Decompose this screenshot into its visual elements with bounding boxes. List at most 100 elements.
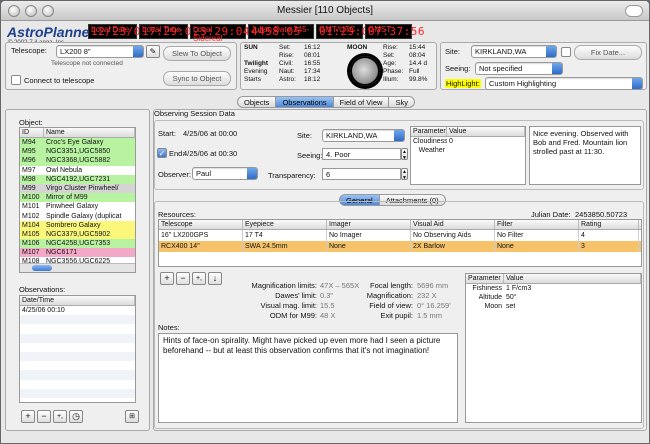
session-params-table[interactable]: Parameter Value Cloudiness 0 Weather xyxy=(410,126,526,185)
transparency-stepper[interactable]: ▲ ▼ xyxy=(401,168,408,181)
object-row[interactable]: M101 Pinwheel Galaxy xyxy=(20,202,135,211)
column-header-parameter[interactable]: Parameter xyxy=(466,274,504,283)
session-note[interactable]: Nice evening. Observed with Bob and Fred… xyxy=(529,126,641,185)
tab-observations[interactable]: Observations xyxy=(276,96,334,108)
param-row[interactable]: Cloudiness 0 xyxy=(411,137,525,146)
resource-cell[interactable]: None xyxy=(495,241,579,252)
tab-objects[interactable]: Objects xyxy=(237,96,277,108)
extra-params-table[interactable]: Parameter Value Fishiness 1 F/cm3 Altitude… xyxy=(465,273,642,423)
fix-date-checkbox[interactable] xyxy=(561,47,571,57)
column-header-id[interactable]: ID xyxy=(20,128,44,137)
param-row[interactable]: Altitude 50° xyxy=(466,293,641,302)
tab-field-of-view[interactable]: Field of View xyxy=(333,96,390,108)
param-row[interactable]: Fishiness 1 F/cm3 xyxy=(466,284,641,293)
clock-icon[interactable]: ◷ xyxy=(69,410,83,423)
add-observation-icon[interactable]: + xyxy=(21,410,35,423)
horizontal-scrollbar[interactable] xyxy=(20,263,135,272)
minimize-window-button[interactable] xyxy=(25,5,37,17)
resource-cell[interactable]: 16" LX200GPS xyxy=(159,230,243,241)
resource-row[interactable]: RCX400 14" SWA 24.5mm None 2X Barlow None 3 xyxy=(159,241,641,252)
object-name: Virgo Cluster Pinwheel/ xyxy=(46,184,119,192)
object-row[interactable]: M105 NGC3379,UGC5902 xyxy=(20,229,135,240)
column-header-resource[interactable]: Telescope xyxy=(159,220,243,229)
observation-datetime: 4/25/06 00:10 xyxy=(22,307,65,314)
toolbar-toggle-button[interactable] xyxy=(625,5,643,17)
resource-cell[interactable]: 3 xyxy=(579,241,639,252)
seeing-stepper[interactable]: ▲ ▼ xyxy=(401,148,408,161)
column-header-value[interactable]: Value xyxy=(504,274,641,283)
notes-textarea[interactable]: Hints of face-on spirality. Might have p… xyxy=(158,333,458,423)
moon-illum-label: Illum: xyxy=(383,76,399,83)
observer-select[interactable]: Paul xyxy=(192,167,258,180)
transparency-field[interactable]: 6 xyxy=(322,168,401,180)
resource-cell[interactable]: 17 T4 xyxy=(243,230,327,241)
observations-table[interactable]: Date/Time 4/25/06 00:10 xyxy=(19,295,136,403)
resource-cell[interactable]: No Filter xyxy=(495,230,579,241)
column-header-resource[interactable]: Imager xyxy=(327,220,411,229)
fov-label: Field of view: xyxy=(369,301,413,310)
column-header-parameter[interactable]: Parameter xyxy=(411,127,447,136)
resource-cell[interactable]: No Imager xyxy=(327,230,411,241)
empty-row xyxy=(20,343,135,352)
add-resource-icon[interactable]: + xyxy=(160,272,174,285)
left-pane: Object: ID Name M94 Croc's Eye Galaxy M95 NG… xyxy=(5,109,150,431)
object-row[interactable]: M99 Virgo Cluster Pinwheel/ xyxy=(20,183,135,194)
site-select[interactable]: KIRKLAND,WA xyxy=(471,45,557,58)
sync-to-object-button[interactable]: Sync to Object xyxy=(163,71,231,86)
edit-telescope-icon[interactable]: ✎ xyxy=(146,45,160,58)
resources-table[interactable]: Telescope Eyepiece Imager Visual Aid Filter R… xyxy=(158,219,642,267)
fix-date-button[interactable]: Fix Date... xyxy=(574,45,642,60)
param-row[interactable]: Moon set xyxy=(466,302,641,311)
end-checkbox[interactable]: ✓ xyxy=(157,148,167,158)
connect-telescope-checkbox[interactable] xyxy=(11,75,21,85)
remove-observation-icon[interactable]: − xyxy=(37,410,51,423)
resource-cell[interactable]: No Observing Aids xyxy=(411,230,495,241)
resource-cell[interactable]: RCX400 14" xyxy=(159,241,243,252)
highlight-select[interactable]: Custom Highlighting xyxy=(485,77,643,90)
object-row[interactable]: M100 Mirror of M99 xyxy=(20,193,135,203)
column-header-resource[interactable]: Visual Aid xyxy=(411,220,495,229)
duplicate-observation-icon[interactable]: +, xyxy=(53,410,67,423)
column-header-value[interactable]: Value xyxy=(447,127,525,136)
object-row[interactable]: M98 NGC4192,UGC7231 xyxy=(20,174,135,184)
resource-cell[interactable]: None xyxy=(327,241,411,252)
column-header-name[interactable]: Name xyxy=(44,128,135,137)
observation-row[interactable]: 4/25/06 00:10 xyxy=(20,306,135,316)
seeing-field[interactable]: 4. Poor xyxy=(322,148,401,160)
object-row[interactable]: M97 Owl Nebula xyxy=(20,166,135,175)
duplicate-resource-icon[interactable]: +, xyxy=(192,272,206,285)
resource-cell[interactable]: SWA 24.5mm xyxy=(243,241,327,252)
resource-cell[interactable]: 4 xyxy=(579,230,639,241)
sun-rise-value: 08:01 xyxy=(304,52,321,59)
session-site-select[interactable]: KIRKLAND,WA xyxy=(322,129,405,142)
seeing-select[interactable]: Not specified xyxy=(475,62,563,75)
resource-row[interactable]: 16" LX200GPS 17 T4 No Imager No Observing A… xyxy=(159,230,641,241)
object-row[interactable]: M102 Spindle Galaxy (duplicat xyxy=(20,212,135,221)
empty-row xyxy=(20,315,135,325)
tab-sky[interactable]: Sky xyxy=(389,96,415,108)
options-icon[interactable]: ⊞ xyxy=(125,410,139,423)
clock-local-date: Local Date 12/23/07 xyxy=(88,24,147,39)
scroll-thumb[interactable] xyxy=(32,265,52,271)
slew-to-object-button[interactable]: Slew To Object xyxy=(163,46,231,61)
column-header-resource[interactable]: Eyepiece xyxy=(243,220,327,229)
zoom-window-button[interactable] xyxy=(42,5,54,17)
object-row[interactable]: M96 NGC3368,UGC5882 xyxy=(20,156,135,166)
object-row[interactable]: M94 Croc's Eye Galaxy xyxy=(20,138,135,148)
telescope-panel: Telescope: LX200 8" ✎ Telescope not conn… xyxy=(5,42,237,90)
close-window-button[interactable] xyxy=(8,5,20,17)
column-header-datetime[interactable]: Date/Time xyxy=(20,296,135,305)
object-row[interactable]: M107 NGC6171 xyxy=(20,248,135,258)
remove-resource-icon[interactable]: − xyxy=(176,272,190,285)
telescope-select[interactable]: LX200 8" xyxy=(56,45,144,58)
column-header-resource[interactable]: Rating xyxy=(579,220,639,229)
object-row[interactable]: M106 NGC4258,UGC7353 xyxy=(20,239,135,249)
object-table[interactable]: ID Name M94 Croc's Eye Galaxy M95 NGC3351,UG… xyxy=(19,127,136,273)
resource-cell[interactable]: 2X Barlow xyxy=(411,241,495,252)
focal-length-value: 5696 mm xyxy=(417,281,449,290)
object-row[interactable]: M95 NGC3351,UGC5850 xyxy=(20,147,135,157)
param-row[interactable]: Weather xyxy=(411,146,525,155)
column-header-resource[interactable]: Filter xyxy=(495,220,579,229)
param-name: Moon xyxy=(484,303,502,311)
object-row[interactable]: M104 Sombrero Galaxy xyxy=(20,220,135,230)
